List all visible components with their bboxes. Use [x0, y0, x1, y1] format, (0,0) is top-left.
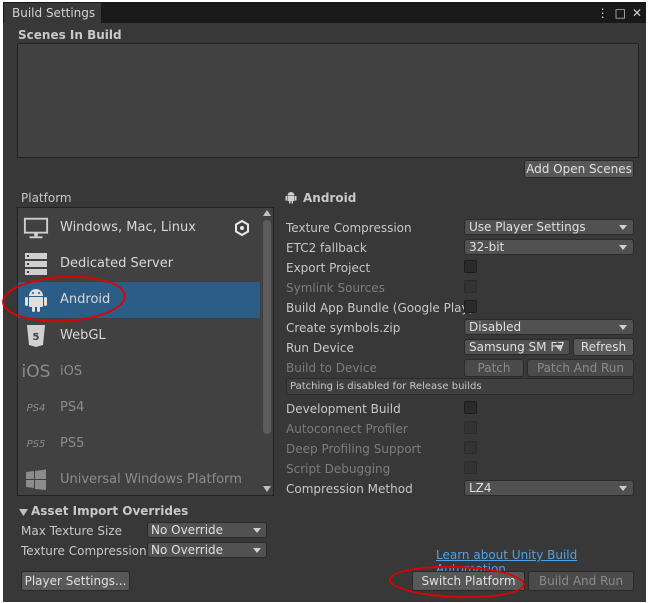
platform-label: Android — [60, 292, 111, 307]
build-app-bundle-checkbox[interactable] — [464, 300, 477, 313]
asset-texture-compression-label: Texture Compression — [21, 544, 147, 558]
build-to-device-label: Build to Device — [286, 361, 377, 375]
asset-import-header[interactable]: Asset Import Overrides — [31, 504, 188, 518]
deep-profiling-label: Deep Profiling Support — [286, 442, 422, 456]
ios-icon: iOS — [21, 362, 51, 382]
platform-list[interactable]: Windows, Mac, Linux Dedicated Server And… — [17, 207, 274, 496]
refresh-button[interactable]: Refresh — [573, 338, 634, 356]
script-debugging-label: Script Debugging — [286, 462, 391, 476]
run-device-dropdown[interactable]: Samsung SM F7 — [464, 339, 570, 355]
platform-item-android[interactable]: Android — [18, 282, 260, 318]
platform-label: PS4 — [60, 400, 85, 415]
asset-texture-compression-dropdown[interactable]: No Override — [147, 542, 267, 558]
platform-label: WebGL — [60, 328, 106, 343]
monitor-icon — [23, 215, 49, 241]
symlink-sources-checkbox — [464, 280, 477, 293]
max-texture-size-label: Max Texture Size — [21, 524, 122, 538]
server-icon — [23, 251, 49, 277]
add-open-scenes-button[interactable]: Add Open Scenes — [524, 160, 634, 178]
patch-note: Patching is disabled for Release builds — [286, 378, 634, 395]
etc2-fallback-dropdown[interactable]: 32-bit — [464, 239, 634, 255]
svg-text:5: 5 — [33, 332, 40, 343]
compression-method-dropdown[interactable]: LZ4 — [464, 480, 634, 496]
player-settings-button[interactable]: Player Settings... — [21, 571, 130, 591]
build-app-bundle-label: Build App Bundle (Google Play) — [286, 301, 474, 315]
ps4-icon: PS4 — [26, 402, 46, 414]
foldout-arrow-icon[interactable] — [19, 506, 28, 520]
export-project-checkbox[interactable] — [464, 260, 477, 273]
platform-label: Universal Windows Platform — [60, 472, 242, 487]
run-device-label: Run Device — [286, 341, 354, 355]
maximize-icon[interactable]: □ — [615, 6, 626, 20]
title-bar: Build Settings ⋮ □ ✕ — [3, 2, 646, 24]
ps5-icon: PS5 — [26, 438, 46, 450]
window-controls: ⋮ □ ✕ — [597, 2, 642, 23]
platform-scrollbar[interactable] — [262, 208, 272, 495]
scroll-down-icon[interactable] — [263, 486, 271, 492]
platform-item-ios[interactable]: iOS iOS — [18, 354, 260, 390]
etc2-fallback-label: ETC2 fallback — [286, 241, 367, 255]
scenes-header: Scenes In Build — [18, 28, 122, 42]
platform-item-ps4[interactable]: PS4 PS4 — [18, 390, 260, 426]
android-settings-header: Android — [303, 191, 357, 205]
platform-label: PS5 — [60, 436, 85, 451]
platform-item-windows-mac-linux[interactable]: Windows, Mac, Linux — [18, 210, 260, 246]
platform-label: Dedicated Server — [60, 256, 174, 271]
deep-profiling-checkbox — [464, 441, 477, 454]
windows-icon — [23, 467, 49, 493]
patch-button: Patch — [464, 359, 524, 377]
texture-compression-label: Texture Compression — [286, 221, 412, 235]
create-symbols-dropdown[interactable]: Disabled — [464, 319, 634, 335]
android-icon — [23, 287, 49, 313]
scrollbar-thumb[interactable] — [263, 220, 271, 434]
html5-icon: 5 — [23, 323, 49, 349]
platform-header: Platform — [21, 191, 72, 205]
max-texture-size-dropdown[interactable]: No Override — [147, 522, 267, 538]
development-build-label: Development Build — [286, 402, 401, 416]
platform-item-dedicated-server[interactable]: Dedicated Server — [18, 246, 260, 282]
script-debugging-checkbox — [464, 461, 477, 474]
development-build-checkbox[interactable] — [464, 401, 477, 414]
android-small-icon — [285, 191, 297, 207]
autoconnect-profiler-label: Autoconnect Profiler — [286, 422, 408, 436]
build-settings-window: Build Settings ⋮ □ ✕ Scenes In Build Add… — [3, 2, 646, 602]
export-project-label: Export Project — [286, 261, 371, 275]
unity-logo-icon — [234, 219, 250, 239]
switch-platform-button[interactable]: Switch Platform — [412, 571, 525, 591]
texture-compression-dropdown[interactable]: Use Player Settings — [464, 219, 634, 235]
window-tab[interactable]: Build Settings — [4, 3, 101, 24]
close-icon[interactable]: ✕ — [632, 6, 642, 20]
autoconnect-profiler-checkbox — [464, 421, 477, 434]
create-symbols-label: Create symbols.zip — [286, 321, 401, 335]
scroll-up-icon[interactable] — [263, 210, 271, 216]
platform-item-webgl[interactable]: 5 WebGL — [18, 318, 260, 354]
more-options-icon[interactable]: ⋮ — [597, 6, 609, 20]
patch-and-run-button: Patch And Run — [527, 359, 634, 377]
platform-item-ps5[interactable]: PS5 PS5 — [18, 426, 260, 462]
symlink-sources-label: Symlink Sources — [286, 281, 385, 295]
scenes-list[interactable] — [17, 43, 639, 158]
build-and-run-button: Build And Run — [528, 571, 634, 591]
platform-item-uwp[interactable]: Universal Windows Platform — [18, 462, 260, 495]
platform-label: Windows, Mac, Linux — [60, 220, 196, 235]
compression-method-label: Compression Method — [286, 482, 413, 496]
platform-label: iOS — [60, 364, 83, 379]
